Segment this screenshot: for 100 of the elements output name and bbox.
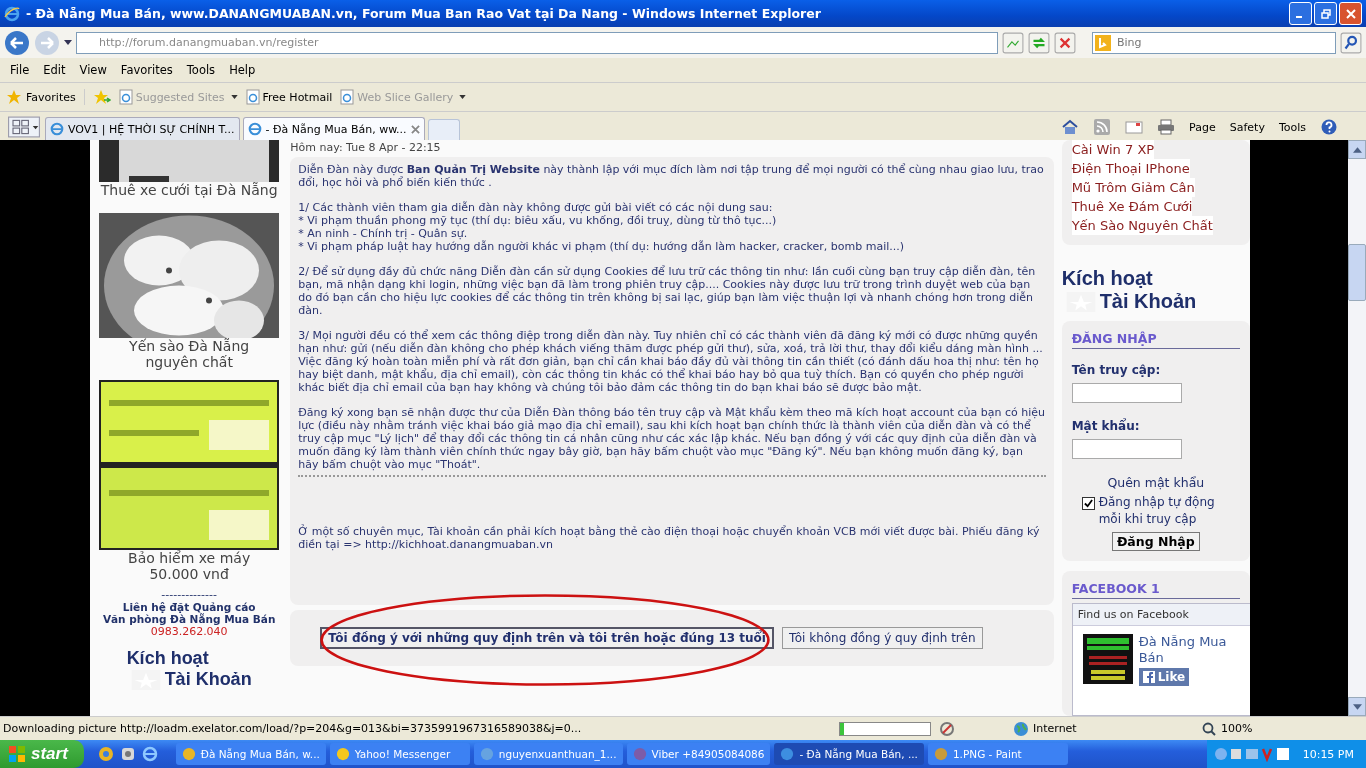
rules-text: Đăng ký xong bạn sẽ nhận được thư của Diễn Đàn thông báo tên truy cập và Mật khẩu kèm theo mã kích hoạt account của bạn có hiệu lực (điều này nhằm tránh việc khai báo giả mạo địa chỉ email), sau khi kích hoạt bạn chính thức là thành viên của diễn đàn và có thể truy cập mục "Lý lịch" để thay đổi các thông tin cá nhân cũng như các xác lập khác. Nếu bạn đồng ý với các quy định của diễn đàn và muốn đăng ký làm thành viên chính thức ngay bây giờ, bạn hãy bấm chuột vào mục "Đăng ký". Nếu bạn không muốn đăng ký, bạn hãy bấm chuột vào mục "Thoát". — [298, 406, 1046, 471]
app-icon — [780, 747, 795, 761]
back-icon[interactable] — [4, 29, 30, 56]
username-field[interactable] — [1071, 383, 1182, 403]
browser-icon[interactable] — [97, 746, 114, 762]
forgot-password-link[interactable]: Quên mật khẩu — [1071, 475, 1240, 490]
sidebar-link[interactable]: Điện Thoại IPhone — [1071, 159, 1190, 178]
menu-item[interactable]: Edit — [43, 63, 66, 77]
taskbar-button[interactable]: Viber +84905084086 — [626, 743, 771, 765]
page-name-link[interactable]: Đà Nẵng Mua Bán — [1138, 634, 1239, 666]
add-favorite-icon[interactable] — [92, 89, 111, 105]
app-icon — [479, 747, 494, 761]
page-icon — [340, 89, 355, 105]
page-icon — [118, 89, 133, 105]
agree-button[interactable]: Tôi đồng ý với những quy định trên và tôi trên hoặc đúng 13 tuổi — [320, 627, 774, 649]
minimize-button[interactable] — [1289, 2, 1312, 25]
scroll-down-icon[interactable] — [1352, 703, 1362, 710]
phone-number: 0983.262.040 — [150, 625, 228, 638]
activate-heading[interactable]: Kích hoạt — [126, 648, 209, 669]
taskbar-button[interactable]: - Đà Nẵng Mua Bán, ... — [774, 743, 924, 765]
print-icon[interactable] — [1157, 119, 1176, 135]
taskbar-button[interactable]: 1.PNG - Paint — [927, 743, 1068, 765]
refresh-icon[interactable] — [1028, 31, 1050, 54]
privacy-icon[interactable] — [939, 720, 955, 737]
quick-tabs-icon[interactable] — [6, 116, 42, 138]
app-icon — [632, 747, 647, 761]
stop-icon[interactable] — [1054, 31, 1076, 54]
url-text: http://forum.danangmuaban.vn/register — [99, 36, 319, 49]
menu-item[interactable]: File — [10, 63, 30, 77]
restore-icon — [1320, 8, 1331, 19]
scrollbar[interactable] — [1348, 140, 1366, 716]
close-icon — [1345, 8, 1356, 19]
zone-text: Internet — [1033, 722, 1077, 735]
minimize-icon — [1295, 15, 1302, 18]
disagree-button[interactable]: Tôi không đồng ý quy định trên — [781, 627, 983, 649]
search-field[interactable]: Bing — [1092, 31, 1336, 54]
zoom-level[interactable]: 100% — [1221, 722, 1253, 735]
window-title: - Đà Nẵng Mua Bán, www.DANANGMUABAN.vn, Forum Mua Ban Rao Vat tại Da Nang - Windows Internet Explorer — [26, 6, 822, 21]
browser-icon[interactable] — [141, 746, 158, 762]
ad-caption[interactable]: Bảo hiểm xe máy 50.000 vnđ — [119, 550, 260, 582]
menu-item[interactable]: View — [79, 63, 107, 77]
windows-logo-icon — [8, 745, 26, 763]
sidebar-link[interactable]: Thuê Xe Đám Cưới — [1071, 197, 1193, 216]
scrollbar-thumb[interactable] — [1348, 244, 1366, 301]
remember-checkbox[interactable] — [1081, 497, 1095, 510]
feed-icon[interactable] — [1093, 119, 1112, 135]
separator-text: -------------- — [161, 588, 217, 601]
sidebar-link[interactable]: Yến Sào Nguyên Chất — [1071, 216, 1213, 235]
password-field[interactable] — [1071, 439, 1182, 459]
caret-icon — [230, 95, 238, 99]
activate-heading[interactable]: Tài Khoản — [1099, 290, 1197, 313]
login-button[interactable]: Đăng Nhập — [1111, 532, 1200, 551]
activate-heading[interactable]: Tài Khoản — [164, 669, 252, 690]
command-menu[interactable]: Safety — [1229, 120, 1265, 134]
mail-icon[interactable] — [1125, 119, 1144, 135]
menu-item[interactable]: Tools — [186, 63, 216, 77]
globe-icon — [1013, 720, 1029, 737]
field-label: Tên truy cập: — [1071, 363, 1162, 377]
close-button[interactable] — [1339, 2, 1362, 25]
command-menu[interactable]: Page — [1189, 120, 1216, 134]
ad-caption[interactable]: Thuê xe cưới tại Đà Nẵng — [94, 182, 285, 198]
favorites-button[interactable]: Favorites — [6, 89, 85, 105]
sidebar-link[interactable]: Mũ Trôm Giảm Cân — [1071, 178, 1195, 197]
bing-logo-icon — [1095, 34, 1111, 51]
scroll-up-icon[interactable] — [1352, 146, 1362, 153]
menu-item[interactable]: Favorites — [120, 63, 173, 77]
rules-text: * Vi phạm thuần phong mỹ tục (thí dụ: biêu xấu, vu khống, đồi truỵ, dùng từ thô tục...) — [298, 214, 778, 227]
taskbar-button[interactable]: nguyenxuanthuan_1... — [473, 743, 623, 765]
field-label: Mật khẩu: — [1071, 419, 1141, 433]
browser-tab[interactable]: VOV1 | HỆ THỜI SỰ CHÍNH T... — [45, 117, 240, 140]
star-icon — [6, 89, 22, 105]
favorites-link[interactable]: Free Hotmail — [245, 89, 333, 105]
date-text: Hôm nay: Tue 8 Apr - 22:15 — [290, 140, 442, 155]
activate-heading[interactable]: Kích hoạt — [1061, 267, 1153, 289]
page-icon — [50, 122, 64, 136]
page-icon — [247, 122, 262, 136]
close-icon[interactable] — [410, 124, 420, 134]
restore-button[interactable] — [1314, 2, 1337, 25]
like-button[interactable]: Like — [1138, 668, 1190, 686]
contact-text: Văn phòng Đà Nẵng Mua Bán — [102, 613, 276, 625]
rules-text: Diễn Đàn này được Ban Quản Trị Website này thành lập với mục đích làm nơi tập trung để mọi người có thể cùng nhau giao lưu, trao đổi, học hỏi và phổ biến kiến thức . — [298, 163, 1045, 189]
search-icon[interactable] — [1340, 31, 1362, 54]
caret-icon[interactable] — [64, 40, 72, 45]
ad-caption[interactable]: Yến sào Đà Nẵng nguyên chất — [119, 338, 260, 370]
address-field[interactable]: http://forum.danangmuaban.vn/register — [76, 31, 998, 54]
clock: 10:15 PM — [1302, 747, 1354, 761]
browser-tab[interactable]: - Đà Nẵng Mua Bán, ww... — [242, 117, 425, 140]
taskbar-button[interactable]: Đà Nẵng Mua Bán, w... — [175, 743, 326, 765]
app-icon[interactable] — [119, 746, 136, 762]
home-icon[interactable] — [1061, 119, 1080, 135]
menu-item[interactable]: Help — [229, 63, 256, 77]
search-input[interactable]: Bing — [1115, 35, 1319, 50]
facebook-header: Find us on Facebook — [1072, 604, 1250, 626]
command-menu[interactable]: Tools — [1278, 120, 1306, 134]
taskbar-button[interactable]: Yahoo! Messenger — [329, 743, 470, 765]
rules-text: 1/ Các thành viên tham gia diễn đàn này không được gửi bài viết có các nội dung sau: — [298, 201, 774, 214]
sidebar-link[interactable]: Cài Win 7 XP — [1071, 140, 1155, 159]
rules-text: 3/ Mọi người đều có thể xem các thông điệp trong diễn đàn này. Tuy nhiên chỉ có các thành viên đã đăng ký mới có được những quyền hạn như: gửi (nếu diễn đàn không cho phép khách viếng thăm được phép gửi thư), sửa, xoá, trả lời thư, thay đổi kiểu dáng màn hình ... Việc đăng ký hoàn toàn miễn phí và rất đơn giản, bạn chỉ cần khai báo đầy đủ vài thông tin cần thiết (có đánh dấu hoa thị như: tên họ hay biệt danh, mật khẩu, địa chỉ email), còn các thông tin khác có thể khai báo hay bỏ qua tuỳ thích. Bạn có quyền cho phép người khác biết địa chỉ email của bạn hay không và chúng tôi bảo đảm các thông tin do bạn khai báo sẽ được bảo mật. — [298, 329, 1044, 394]
help-icon[interactable] — [1320, 119, 1338, 135]
app-icon — [181, 747, 196, 761]
